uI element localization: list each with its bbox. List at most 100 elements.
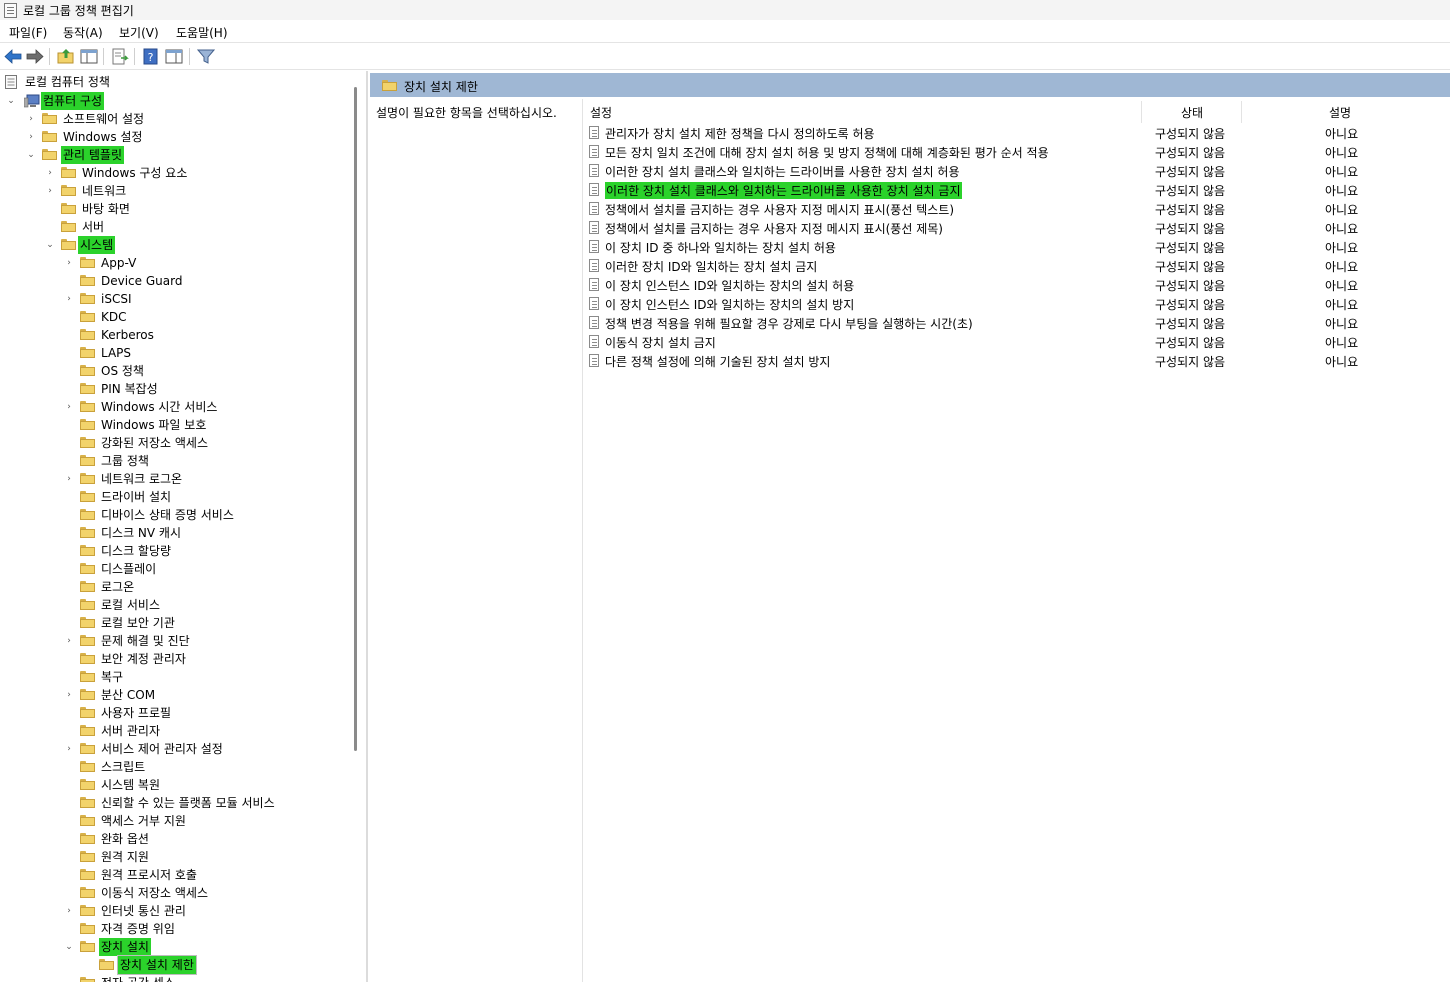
settings-table[interactable]: 설정 상태 설명 관리자가 장치 설치 제한 정책을 다시 정의하도록 허용 구성… (582, 99, 1450, 982)
chevron-right-icon[interactable]: › (64, 470, 74, 488)
tree-label: 로컬 서비스 (101, 598, 161, 612)
table-row[interactable]: 이 장치 ID 중 하나와 일치하는 장치 설치 허용 구성되지 않음 아니요 (583, 237, 1450, 256)
tree-label: 복구 (101, 670, 124, 684)
menu-help[interactable]: 도움말(H) (176, 24, 228, 41)
tree-label: 장치 설치 (99, 938, 151, 956)
svg-text:?: ? (148, 51, 154, 64)
tree-label: Windows 시간 서비스 (101, 400, 218, 414)
chevron-right-icon[interactable]: › (64, 686, 74, 704)
setting-comment: 아니요 (1325, 241, 1359, 255)
chevron-down-icon[interactable]: ⌄ (64, 938, 74, 956)
setting-state: 구성되지 않음 (1155, 241, 1226, 255)
up-folder-icon[interactable] (57, 48, 75, 65)
tree-label: 완화 옵션 (101, 832, 149, 846)
table-row[interactable]: 관리자가 장치 설치 제한 정책을 다시 정의하도록 허용 구성되지 않음 아니요 (583, 123, 1450, 142)
table-row[interactable]: 정책에서 설치를 금지하는 경우 사용자 지정 메시지 표시(풍선 제목) 구성되… (583, 218, 1450, 237)
folder-icon (42, 149, 57, 160)
tree-label: LAPS (101, 346, 132, 360)
setting-comment: 아니요 (1325, 260, 1359, 274)
setting-name: 다른 정책 설정에 의해 기술된 장치 설치 방지 (605, 355, 831, 369)
table-row[interactable]: 이 장치 인스턴스 ID와 일치하는 장치의 설치 방지 구성되지 않음 아니요 (583, 294, 1450, 313)
chevron-down-icon[interactable]: ⌄ (26, 146, 36, 164)
menu-view[interactable]: 보기(V) (119, 24, 159, 41)
folder-icon (80, 653, 95, 664)
folder-icon (80, 509, 95, 520)
tree-label: 원격 지원 (101, 850, 149, 864)
chevron-right-icon[interactable]: › (64, 398, 74, 416)
back-arrow-icon[interactable] (4, 48, 22, 65)
column-header-setting[interactable]: 설정 (590, 104, 612, 121)
chevron-right-icon[interactable]: › (26, 110, 36, 128)
folder-icon (80, 563, 95, 574)
chevron-right-icon[interactable]: › (64, 632, 74, 650)
navigation-tree[interactable]: 로컬 컴퓨터 정책 ⌄ 컴퓨터 구성 › 소프트웨어 설정 › Windows … (0, 71, 347, 982)
folder-icon (80, 311, 95, 322)
setting-comment: 아니요 (1325, 127, 1359, 141)
tree-label: KDC (101, 310, 127, 324)
help-icon[interactable]: ? (142, 48, 160, 65)
menu-file[interactable]: 파일(F) (9, 24, 47, 41)
policy-setting-icon (589, 183, 599, 196)
table-row[interactable]: 이 장치 인스턴스 ID와 일치하는 장치의 설치 허용 구성되지 않음 아니요 (583, 275, 1450, 294)
chevron-right-icon[interactable]: › (64, 254, 74, 272)
setting-name: 정책에서 설치를 금지하는 경우 사용자 지정 메시지 표시(풍선 제목) (605, 222, 943, 236)
folder-icon (80, 635, 95, 646)
policy-document-icon (5, 75, 17, 89)
tree-label: 로그온 (101, 580, 135, 594)
tree-label: 디스크 할당량 (101, 544, 172, 558)
folder-icon (80, 761, 95, 772)
setting-name: 이동식 장치 설치 금지 (605, 336, 716, 350)
filter-icon[interactable] (197, 48, 215, 65)
scrollbar-thumb[interactable] (354, 87, 357, 751)
policy-setting-icon (589, 145, 599, 158)
tree-label: 서버 관리자 (101, 724, 161, 738)
table-row[interactable]: 이러한 장치 ID와 일치하는 장치 설치 금지 구성되지 않음 아니요 (583, 256, 1450, 275)
export-list-icon[interactable] (111, 48, 129, 65)
table-row[interactable]: 모든 장치 일치 조건에 대해 장치 설치 허용 및 방지 정책에 대해 계층화… (583, 142, 1450, 161)
table-row[interactable]: 정책 변경 적용을 위해 필요할 경우 강제로 다시 부팅을 실행하는 시간(초… (583, 313, 1450, 332)
setting-name: 이러한 장치 설치 클래스와 일치하는 드라이버를 사용한 장치 설치 허용 (605, 165, 960, 179)
folder-icon (61, 221, 76, 232)
tree-label: 보안 계정 관리자 (101, 652, 186, 666)
tree-label: Windows 설정 (63, 130, 143, 144)
setting-state: 구성되지 않음 (1155, 165, 1226, 179)
folder-icon (80, 707, 95, 718)
folder-icon (80, 725, 95, 736)
tree-scrollbar[interactable] (350, 71, 359, 982)
setting-name: 이러한 장치 설치 클래스와 일치하는 드라이버를 사용한 장치 설치 금지 (605, 182, 962, 199)
folder-icon (80, 743, 95, 754)
properties-pane-icon[interactable] (165, 48, 183, 65)
policy-setting-icon (589, 126, 599, 139)
folder-icon (80, 617, 95, 628)
chevron-right-icon[interactable]: › (64, 740, 74, 758)
folder-icon (80, 815, 95, 826)
column-header-comment[interactable]: 설명 (1329, 104, 1351, 121)
tree-label: 시스템 (78, 236, 116, 254)
folder-icon (61, 185, 76, 196)
table-row[interactable]: 정책에서 설치를 금지하는 경우 사용자 지정 메시지 표시(풍선 텍스트) 구성… (583, 199, 1450, 218)
setting-state: 구성되지 않음 (1155, 336, 1226, 350)
table-row[interactable]: 이러한 장치 설치 클래스와 일치하는 드라이버를 사용한 장치 설치 허용 구성… (583, 161, 1450, 180)
menu-action[interactable]: 동작(A) (63, 24, 103, 41)
setting-name: 이 장치 인스턴스 ID와 일치하는 장치의 설치 허용 (605, 279, 855, 293)
chevron-right-icon[interactable]: › (45, 182, 55, 200)
setting-comment: 아니요 (1325, 279, 1359, 293)
show-hide-tree-icon[interactable] (80, 48, 98, 65)
chevron-down-icon[interactable]: ⌄ (45, 236, 55, 254)
folder-icon (80, 905, 95, 916)
table-row[interactable]: 이동식 장치 설치 금지 구성되지 않음 아니요 (583, 332, 1450, 351)
tree-label: Windows 구성 요소 (82, 166, 188, 180)
column-header-state[interactable]: 상태 (1181, 104, 1203, 121)
chevron-down-icon[interactable]: ⌄ (6, 92, 16, 110)
tree-label: PIN 복잡성 (101, 382, 158, 396)
pane-splitter[interactable] (366, 71, 368, 982)
chevron-right-icon[interactable]: › (64, 290, 74, 308)
table-row[interactable]: 이러한 장치 설치 클래스와 일치하는 드라이버를 사용한 장치 설치 금지 구성… (583, 180, 1450, 199)
chevron-right-icon[interactable]: › (64, 902, 74, 920)
forward-arrow-icon[interactable] (26, 48, 44, 65)
chevron-right-icon[interactable]: › (45, 164, 55, 182)
setting-name: 정책 변경 적용을 위해 필요할 경우 강제로 다시 부팅을 실행하는 시간(초… (605, 317, 973, 331)
chevron-right-icon[interactable]: › (26, 128, 36, 146)
table-row[interactable]: 다른 정책 설정에 의해 기술된 장치 설치 방지 구성되지 않음 아니요 (583, 351, 1450, 370)
folder-icon (80, 257, 95, 268)
